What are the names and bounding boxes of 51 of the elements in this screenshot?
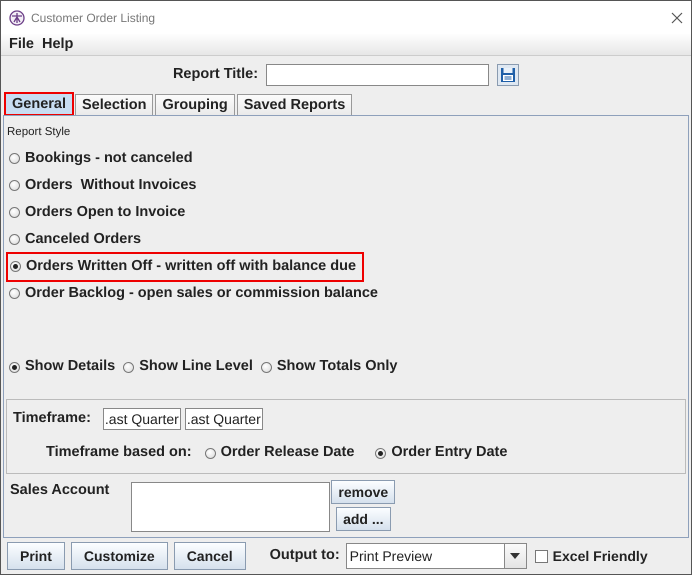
radio-label[interactable]: Order Backlog - open sales or commission balance — [25, 282, 378, 305]
radio-label[interactable]: Show Totals Only — [276, 356, 398, 378]
field-label: Timeframe based on: — [46, 443, 192, 462]
radio-label[interactable]: Order Entry Date — [391, 442, 508, 464]
tab[interactable]: Grouping — [155, 94, 235, 115]
sales-account-list[interactable] — [131, 482, 330, 532]
section-label: Report Style — [7, 125, 72, 140]
radio-button[interactable] — [9, 207, 20, 218]
report-title-field[interactable] — [266, 64, 490, 86]
radio-label[interactable]: Show Details — [25, 356, 116, 378]
output-dropdown[interactable]: Print Preview — [346, 543, 527, 569]
radio-button[interactable] — [260, 362, 272, 373]
field-label: Timeframe: — [13, 409, 91, 428]
app-logo-icon — [9, 10, 25, 26]
radio-label[interactable]: Canceled Orders — [25, 228, 142, 251]
radio-button[interactable] — [9, 362, 20, 373]
radio-button[interactable] — [9, 288, 20, 300]
field-label: Sales Account — [10, 481, 110, 500]
checkbox[interactable] — [534, 550, 548, 562]
checkbox-label[interactable]: Excel Friendly — [552, 546, 648, 566]
radio-label[interactable]: Order Release Date — [220, 442, 354, 464]
tab[interactable]: Selection — [75, 94, 154, 115]
save-icon[interactable] — [497, 64, 520, 86]
radio-button[interactable] — [375, 448, 386, 459]
radio-label[interactable]: Orders Open to Invoice — [25, 202, 186, 224]
button[interactable]: Cancel — [174, 542, 246, 570]
radio-button[interactable] — [9, 234, 20, 246]
field-label: Output to: — [270, 546, 340, 566]
radio-button[interactable] — [10, 261, 21, 272]
timeframe-from-field[interactable]: .ast Quarter — [102, 408, 181, 430]
button[interactable]: Customize — [70, 542, 168, 570]
radio-label[interactable]: Show Line Level — [139, 356, 253, 378]
tab[interactable]: Saved Reports — [236, 94, 352, 115]
radio-label[interactable]: Bookings - not canceled — [25, 148, 193, 170]
radio-button[interactable] — [204, 448, 216, 459]
menu-item[interactable]: File — [5, 34, 38, 56]
radio-label[interactable]: Orders Without Invoices — [25, 174, 196, 197]
button[interactable]: remove — [331, 480, 396, 504]
close-icon[interactable] — [671, 12, 683, 24]
button[interactable]: add ... — [336, 507, 391, 531]
timeframe-to-field[interactable]: .ast Quarter — [184, 408, 263, 430]
radio-button[interactable] — [123, 362, 134, 373]
menu-item[interactable]: Help — [38, 34, 78, 56]
tab[interactable]: General — [5, 93, 73, 115]
radio-label[interactable]: Orders Written Off - written off with balance due — [26, 256, 356, 278]
button[interactable]: Print — [7, 542, 65, 570]
radio-button[interactable] — [9, 180, 20, 192]
caret-icon — [510, 553, 520, 559]
window-title: Customer Order Listing — [31, 10, 156, 26]
field-label: Report Title: — [172, 65, 258, 84]
radio-button[interactable] — [9, 153, 20, 164]
